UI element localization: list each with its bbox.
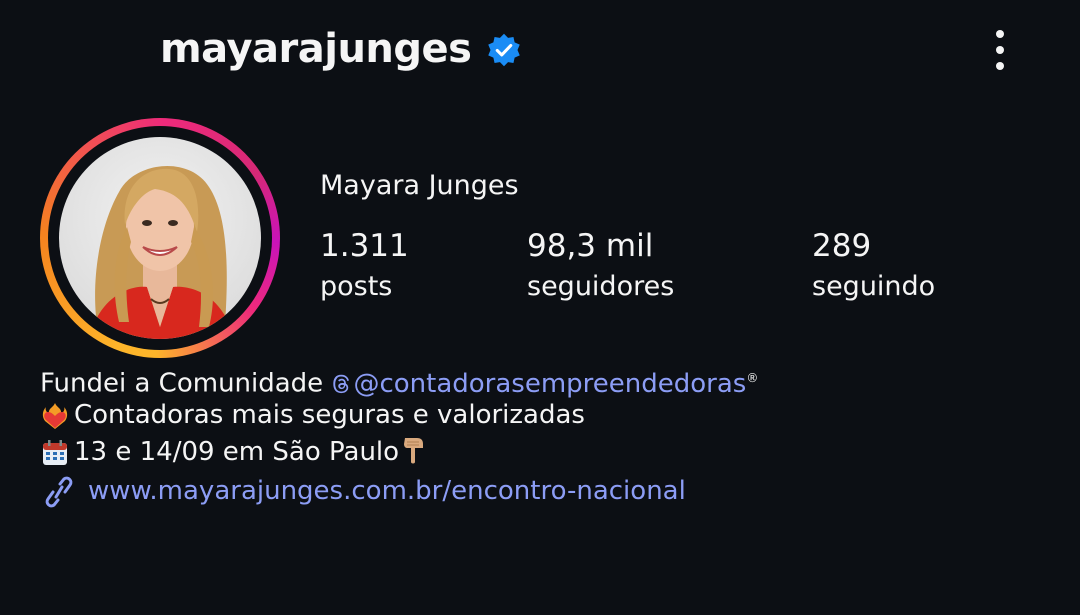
profile-photo (59, 137, 261, 339)
avatar[interactable] (59, 137, 261, 339)
bio-text: Fundei a Comunidade (40, 368, 332, 399)
followers-count: 98,3 mil (527, 228, 654, 264)
registered-mark: ® (746, 371, 759, 385)
followers-label: seguidores (527, 271, 675, 302)
bio-text: Contadoras mais seguras e valorizadas (74, 400, 585, 430)
display-name: Mayara Junges (320, 170, 519, 201)
bio-line: Fundei a Comunidade @contadorasempreende… (40, 360, 759, 399)
heart-on-fire-icon (40, 397, 74, 434)
posts-stat[interactable]: 1.311 posts (320, 226, 409, 308)
link-icon (40, 473, 88, 510)
posts-label: posts (320, 271, 393, 302)
website-link[interactable]: www.mayarajunges.com.br/encontro-naciona… (88, 476, 686, 506)
bio-text: 13 e 14/09 em São Paulo (74, 437, 400, 467)
followers-stat[interactable]: 98,3 mil seguidores (527, 226, 674, 308)
bio-line: 13 e 14/09 em São Paulo (40, 434, 758, 471)
more-vertical-icon[interactable] (980, 26, 1020, 74)
bio-line: Contadoras mais seguras e valorizadas (40, 397, 758, 434)
verified-badge-icon (488, 33, 520, 67)
mention-link[interactable]: @contadorasempreendedoras (331, 369, 746, 399)
threads-icon (333, 374, 350, 393)
following-label: seguindo (812, 271, 936, 302)
story-ring[interactable] (40, 118, 280, 358)
bio: Fundei a Comunidade @contadorasempreende… (40, 360, 758, 510)
profile-username: mayarajunges (160, 26, 472, 72)
following-stat[interactable]: 289 seguindo (812, 226, 935, 308)
bio-link[interactable]: www.mayarajunges.com.br/encontro-naciona… (40, 473, 758, 510)
following-count: 289 (812, 228, 872, 264)
calendar-icon (40, 434, 74, 471)
mention-text: @contadorasempreendedoras (353, 368, 747, 399)
posts-count: 1.311 (320, 228, 409, 264)
profile-page: mayarajunges Mayara Junges 1.311 posts 9… (0, 0, 1080, 615)
pointing-down-icon (399, 434, 433, 477)
